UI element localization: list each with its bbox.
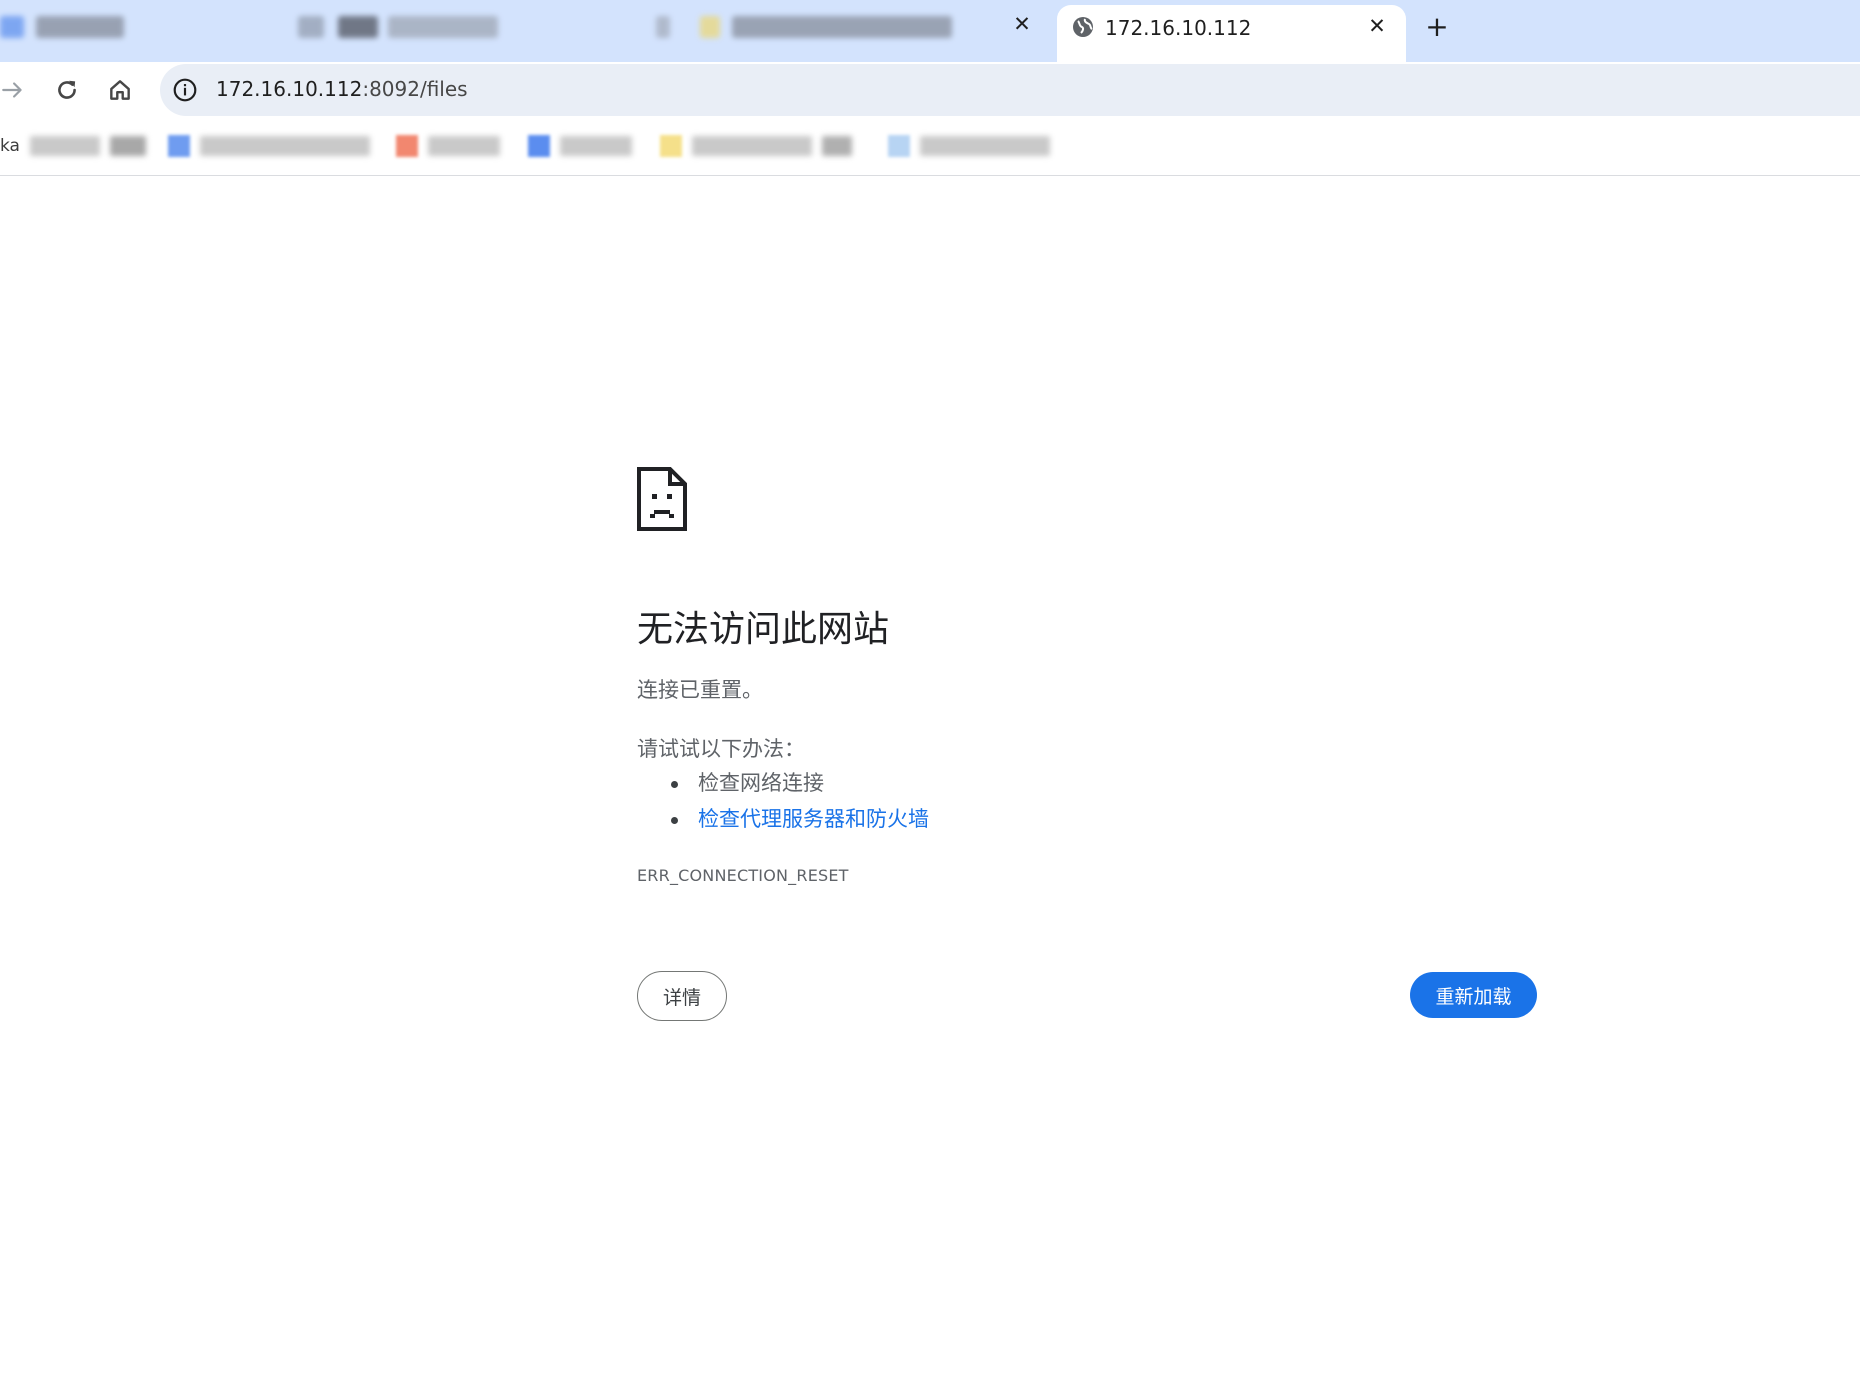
- blurred-tab-favicon: [700, 16, 720, 38]
- tab-inactive[interactable]: ✕: [656, 0, 1054, 54]
- bookmark-favicon: [396, 135, 418, 157]
- bookmarks-bar: ka: [0, 118, 1860, 176]
- blurred-tab-title: [36, 16, 124, 38]
- blurred-tab-favicon: [656, 16, 670, 38]
- tab-inactive[interactable]: [298, 0, 648, 54]
- blurred-tab-title: [388, 16, 498, 38]
- blurred-bookmark-label: [692, 136, 812, 156]
- bookmark-favicon: [528, 135, 550, 157]
- url-path: :8092/files: [362, 77, 468, 101]
- blurred-bookmark-label: [428, 136, 500, 156]
- bookmark-label: ka: [0, 136, 20, 156]
- details-button[interactable]: 详情: [637, 971, 727, 1021]
- url-host: 172.16.10.112: [216, 77, 363, 101]
- blurred-bookmark-label: [29, 136, 100, 156]
- bookmark-favicon: [888, 135, 910, 157]
- tab-inactive[interactable]: [0, 0, 290, 54]
- suggestion-text: 检查网络连接: [698, 771, 824, 795]
- blurred-bookmark-label: [560, 136, 632, 156]
- home-button[interactable]: [101, 71, 139, 109]
- blurred-tab-favicon: [298, 16, 324, 38]
- home-icon: [110, 80, 130, 100]
- tab-active[interactable]: 172.16.10.112 ✕: [1057, 5, 1406, 62]
- arrow-right-icon: [2, 82, 22, 98]
- tab-strip: ✕ 172.16.10.112 ✕ +: [0, 0, 1860, 62]
- error-code: ERR_CONNECTION_RESET: [637, 866, 849, 885]
- blurred-bookmark-label: [920, 136, 1050, 156]
- new-tab-button[interactable]: +: [1422, 10, 1452, 43]
- bookmark-favicon: [660, 135, 682, 157]
- reload-page-button[interactable]: 重新加载: [1410, 972, 1537, 1018]
- blurred-bookmark-label: [822, 136, 852, 156]
- blurred-bookmark-label: [200, 136, 370, 156]
- suggestion-item[interactable]: 检查代理服务器和防火墙: [668, 804, 929, 840]
- address-bar[interactable]: 172.16.10.112:8092/files: [160, 64, 1860, 116]
- bookmark-item[interactable]: [660, 132, 852, 160]
- reload-button[interactable]: [48, 71, 86, 109]
- browser-toolbar: 172.16.10.112:8092/files: [0, 62, 1860, 118]
- forward-button[interactable]: [0, 71, 32, 109]
- suggestions-list: 检查网络连接 检查代理服务器和防火墙: [668, 768, 929, 840]
- bookmark-favicon: [168, 135, 190, 157]
- tab-close-icon[interactable]: ✕: [1365, 14, 1389, 38]
- page-title: 无法访问此网站: [637, 609, 890, 650]
- url-text[interactable]: 172.16.10.112:8092/files: [216, 77, 468, 101]
- bookmark-item[interactable]: [396, 132, 500, 160]
- bookmark-item[interactable]: [528, 132, 632, 160]
- proxy-firewall-link[interactable]: 检查代理服务器和防火墙: [698, 807, 929, 831]
- suggestions-heading: 请试试以下办法：: [637, 737, 805, 761]
- error-description: 连接已重置。: [637, 678, 763, 702]
- bookmark-item[interactable]: ka: [0, 132, 146, 160]
- blurred-bookmark-label: [109, 136, 146, 156]
- globe-icon: [1073, 17, 1093, 37]
- blurred-tab-title: [732, 16, 952, 38]
- bookmark-item[interactable]: [888, 132, 1050, 160]
- sad-document-icon: [637, 467, 687, 531]
- tab-close-icon[interactable]: ✕: [1010, 12, 1034, 36]
- bookmark-item[interactable]: [168, 132, 370, 160]
- blurred-tab-favicon: [0, 16, 24, 38]
- info-icon[interactable]: [172, 77, 198, 103]
- suggestion-item: 检查网络连接: [668, 768, 929, 804]
- tab-title: 172.16.10.112: [1105, 16, 1252, 40]
- reload-icon: [58, 80, 76, 99]
- blurred-tab-title: [338, 16, 378, 38]
